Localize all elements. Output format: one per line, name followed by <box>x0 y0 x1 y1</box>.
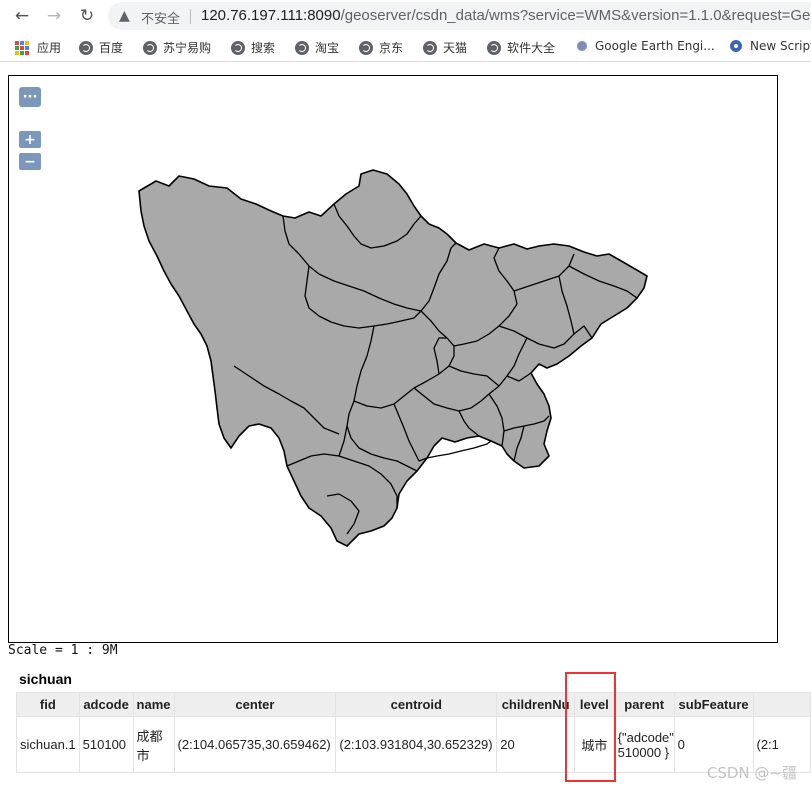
bookmark-apps[interactable]: 应用 <box>15 39 61 56</box>
bookmark-label: 淘宝 <box>315 41 340 55</box>
bookmark-earth-engine[interactable]: Google Earth Engi... <box>575 39 715 53</box>
address-divider <box>190 9 191 24</box>
scale-label: Scale = 1 : 9M <box>8 643 118 658</box>
globe-icon <box>487 40 501 55</box>
warning-triangle-icon: ▲ <box>119 8 130 24</box>
bookmark-label: 应用 <box>37 41 62 55</box>
province-outline <box>138 169 648 547</box>
bookmark-label: Google Earth Engi... <box>595 39 715 53</box>
cell-center: (2:104.065735,30.659462) <box>173 716 337 773</box>
bookmarks-bar: 应用 百度 苏宁易购 搜索 淘宝 京东 天猫 软件大全 Google Earth… <box>0 33 811 62</box>
column-header-centroid: centroid <box>335 692 498 717</box>
forward-arrow-icon[interactable]: → <box>43 5 65 27</box>
feature-table-container: fid adcode name center centroid children… <box>16 692 811 791</box>
bookmark-baidu[interactable]: 百度 <box>79 39 123 56</box>
bookmark-new-script[interactable]: New Script <box>728 39 811 53</box>
bookmark-label: 百度 <box>99 41 124 55</box>
back-arrow-icon[interactable]: ← <box>11 5 33 27</box>
bookmark-label: 搜索 <box>251 41 276 55</box>
layer-title: sichuan <box>19 671 72 687</box>
column-header-childrennum: childrenNu <box>496 692 576 717</box>
globe-icon <box>295 40 309 55</box>
earth-engine-icon <box>575 39 589 53</box>
column-header-parent: parent <box>613 692 675 717</box>
bookmark-jd[interactable]: 京东 <box>359 39 403 56</box>
sichuan-map <box>138 169 648 547</box>
table-header-row: fid adcode name center centroid children… <box>16 692 811 717</box>
globe-icon <box>359 40 373 55</box>
bookmark-label: 软件大全 <box>507 41 556 55</box>
bookmark-label: 京东 <box>379 41 404 55</box>
map-viewport[interactable]: ··· + − <box>8 75 778 643</box>
cell-adcode: 510100 <box>78 716 134 773</box>
globe-icon <box>423 40 437 55</box>
bookmark-tmall[interactable]: 天猫 <box>423 39 467 56</box>
cell-centroid: (2:103.931804,30.652329) <box>335 716 498 773</box>
cell-name: 成都市 <box>132 716 175 773</box>
cell-parent: {"adcode": 510000 } <box>613 716 675 773</box>
table-row: sichuan.1 510100 成都市 (2:104.065735,30.65… <box>16 716 811 773</box>
column-header-extra <box>752 692 811 717</box>
zoom-in-button[interactable]: + <box>19 131 41 148</box>
bookmark-search[interactable]: 搜索 <box>231 39 275 56</box>
bookmark-suning[interactable]: 苏宁易购 <box>143 39 211 56</box>
bookmark-label: 天猫 <box>443 41 468 55</box>
column-header-subfeature: subFeature <box>673 692 754 717</box>
level-column-highlight-box <box>565 672 616 782</box>
security-label[interactable]: 不安全 <box>141 8 180 27</box>
column-header-center: center <box>173 692 337 717</box>
layer-switcher-button[interactable]: ··· <box>19 87 41 107</box>
reload-icon[interactable]: ↻ <box>76 5 98 27</box>
browser-toolbar: ← → ↻ ▲ 不安全 120.76.197.111:8090/geoserve… <box>0 0 811 33</box>
bookmark-label: New Script <box>750 39 811 53</box>
column-header-name: name <box>132 692 175 717</box>
feature-table: fid adcode name center centroid children… <box>16 692 811 773</box>
bookmark-software[interactable]: 软件大全 <box>487 39 555 56</box>
zoom-out-button[interactable]: − <box>19 153 41 170</box>
globe-icon <box>143 40 157 55</box>
globe-icon <box>231 40 245 55</box>
province-polygons <box>138 169 648 547</box>
url-text[interactable]: 120.76.197.111:8090/geoserver/csdn_data/… <box>201 7 810 24</box>
cell-childrennum: 20 <box>496 716 576 773</box>
cell-fid: sichuan.1 <box>16 716 80 773</box>
apps-grid-icon <box>15 40 29 55</box>
globe-icon <box>79 40 93 55</box>
script-icon <box>728 39 744 53</box>
column-header-adcode: adcode <box>78 692 134 717</box>
bookmark-label: 苏宁易购 <box>163 41 212 55</box>
column-header-fid: fid <box>16 692 80 717</box>
watermark: CSDN @~疆 <box>706 764 797 782</box>
bookmark-taobao[interactable]: 淘宝 <box>295 39 339 56</box>
address-bar[interactable]: ▲ 不安全 120.76.197.111:8090/geoserver/csdn… <box>108 2 811 30</box>
